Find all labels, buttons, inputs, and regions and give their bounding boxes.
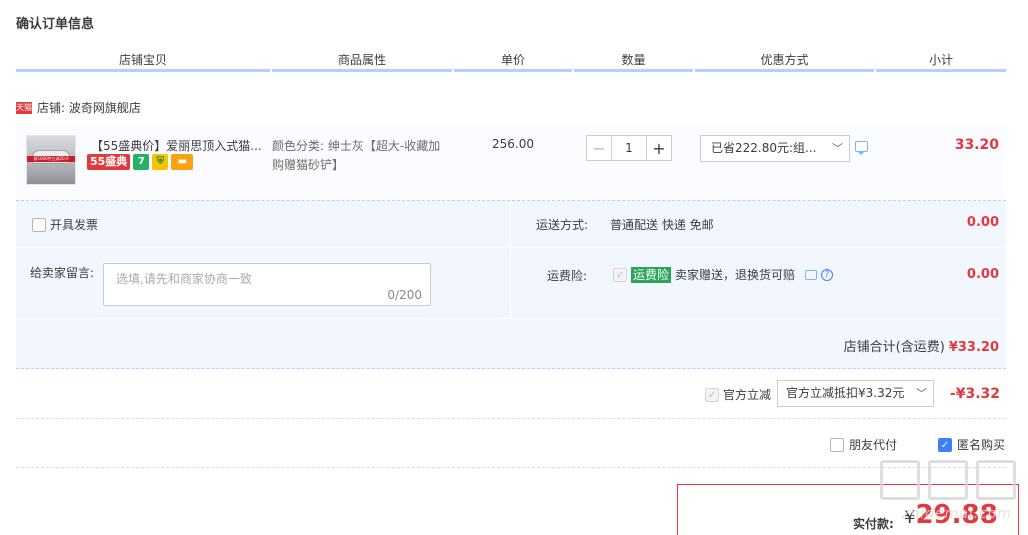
credit-card-icon: ▬	[171, 154, 194, 170]
column-header-price: 单价	[454, 52, 572, 72]
shipping-label: 运送方式:	[536, 218, 589, 232]
item-subtotal: 33.20	[954, 137, 999, 153]
column-header-label: 店铺宝贝	[118, 53, 167, 67]
discount-select[interactable]: 已省222.80元:组... ﹀	[700, 135, 850, 162]
insurance-label: 运费险:	[547, 269, 588, 283]
official-discount-select[interactable]: 官方立减抵扣¥3.32元 ﹀	[777, 380, 934, 407]
column-header-label: 小计	[928, 53, 953, 67]
anonymous-checkbox[interactable]: ✓	[938, 437, 952, 452]
friend-pay-checkbox[interactable]	[830, 437, 844, 452]
shop-total-label: 店铺合计(含运费)	[843, 340, 945, 355]
insurance-checkbox: ✓	[613, 267, 627, 282]
memo-char-count: 0/200	[387, 288, 422, 302]
column-header-label: 优惠方式	[760, 53, 809, 67]
product-title[interactable]: 【55盛典价】爱丽思顶入式猫...	[91, 137, 263, 154]
column-header-qty: 数量	[574, 52, 693, 72]
product-attributes: 颜色分类: 绅士灰【超大-收藏加购赠猫砂铲】	[272, 139, 441, 172]
quantity-minus-button[interactable]: −	[586, 135, 612, 161]
panel-divider	[16, 318, 1006, 319]
shop-total-amount: ¥33.20	[948, 340, 999, 355]
seller-message-input[interactable]: 选填,请先和商家协商一致 0/200	[103, 263, 431, 306]
column-header-label: 商品属性	[337, 53, 386, 67]
watermark-glyph	[976, 460, 1016, 500]
column-header-discount: 优惠方式	[695, 52, 874, 72]
memo-label: 给卖家留言:	[30, 266, 95, 280]
panel-divider	[510, 201, 511, 318]
panel-divider	[16, 247, 1006, 248]
shipping-method: 普通配送 快递 免邮	[610, 218, 714, 232]
shop-total: 店铺合计(含运费) ¥33.20	[844, 336, 999, 355]
order-options-panel: 开具发票 给卖家留言: 选填,请先和商家协商一致 0/200 运送方式: 普通配…	[16, 201, 1006, 369]
column-header-label: 数量	[621, 53, 646, 67]
page-title: 确认订单信息	[16, 17, 95, 32]
unit-price: 256.00	[492, 137, 534, 151]
column-header-attr: 商品属性	[272, 52, 452, 72]
chevron-down-icon: ﹀	[832, 142, 843, 155]
chevron-down-icon: ﹀	[916, 387, 927, 400]
order-item-row: 前1000件立减20.0 【55盛典价】爱丽思顶入式猫... 55盛典 7 ⛨ …	[16, 124, 1006, 201]
quantity-stepper: − 1 +	[586, 135, 672, 161]
promo-55-badge: 55盛典	[87, 154, 131, 170]
tmall-icon: 天猫	[16, 101, 32, 114]
chat-icon[interactable]	[855, 141, 868, 155]
divider	[16, 467, 1006, 468]
invoice-label: 开具发票	[50, 218, 99, 232]
official-discount-option[interactable]: ✓ 官方立减	[704, 386, 771, 403]
watermark: zhidemai.com	[878, 460, 1020, 530]
seven-day-return-icon: 7	[133, 154, 150, 170]
insurance-amount: 0.00	[966, 267, 999, 282]
thumb-caption: 前1000件立减20.0	[27, 156, 75, 162]
official-discount-checkbox: ✓	[704, 387, 719, 402]
column-header-label: 单价	[500, 53, 525, 67]
quantity-plus-button[interactable]: +	[646, 135, 672, 161]
guarantee-icon: ⛨	[152, 154, 169, 170]
memo-placeholder: 选填,请先和商家协商一致	[116, 272, 252, 286]
official-discount-label: 官方立减	[722, 388, 771, 402]
shipping-amount: 0.00	[966, 215, 999, 230]
official-discount-value: 官方立减抵扣¥3.32元	[786, 386, 905, 400]
column-header-subtotal: 小计	[876, 52, 1006, 72]
invoice-option[interactable]: 开具发票	[32, 216, 98, 233]
invoice-checkbox[interactable]	[32, 217, 46, 232]
quantity-input[interactable]: 1	[612, 135, 646, 161]
insurance-row: ✓ 运费险 卖家赠送，退换货可赔 ?	[613, 266, 834, 283]
help-icon[interactable]: ?	[821, 268, 834, 281]
product-thumbnail[interactable]: 前1000件立减20.0	[26, 135, 76, 185]
watermark-text: zhidemai.com	[902, 506, 1013, 522]
divider	[16, 418, 1006, 419]
shop-line: 天猫 店铺: 波奇网旗舰店	[16, 99, 141, 116]
anonymous-label: 匿名购买	[957, 438, 1006, 452]
product-badges: 55盛典 7 ⛨ ▬	[87, 154, 194, 170]
friend-pay-option[interactable]: 朋友代付	[830, 436, 897, 453]
watermark-glyph	[880, 460, 920, 500]
chat-icon[interactable]	[805, 269, 818, 280]
insurance-tag: 运费险	[631, 266, 672, 283]
column-header-item: 店铺宝贝	[16, 52, 270, 72]
discount-select-value: 已省222.80元:组...	[711, 141, 817, 155]
anonymous-option[interactable]: ✓ 匿名购买	[938, 436, 1005, 453]
insurance-text: 卖家赠送，退换货可赔	[675, 268, 796, 282]
shop-name[interactable]: 店铺: 波奇网旗舰店	[37, 99, 141, 116]
watermark-glyph	[928, 460, 968, 500]
official-discount-amount: -¥3.32	[949, 386, 1000, 402]
friend-pay-label: 朋友代付	[849, 438, 898, 452]
